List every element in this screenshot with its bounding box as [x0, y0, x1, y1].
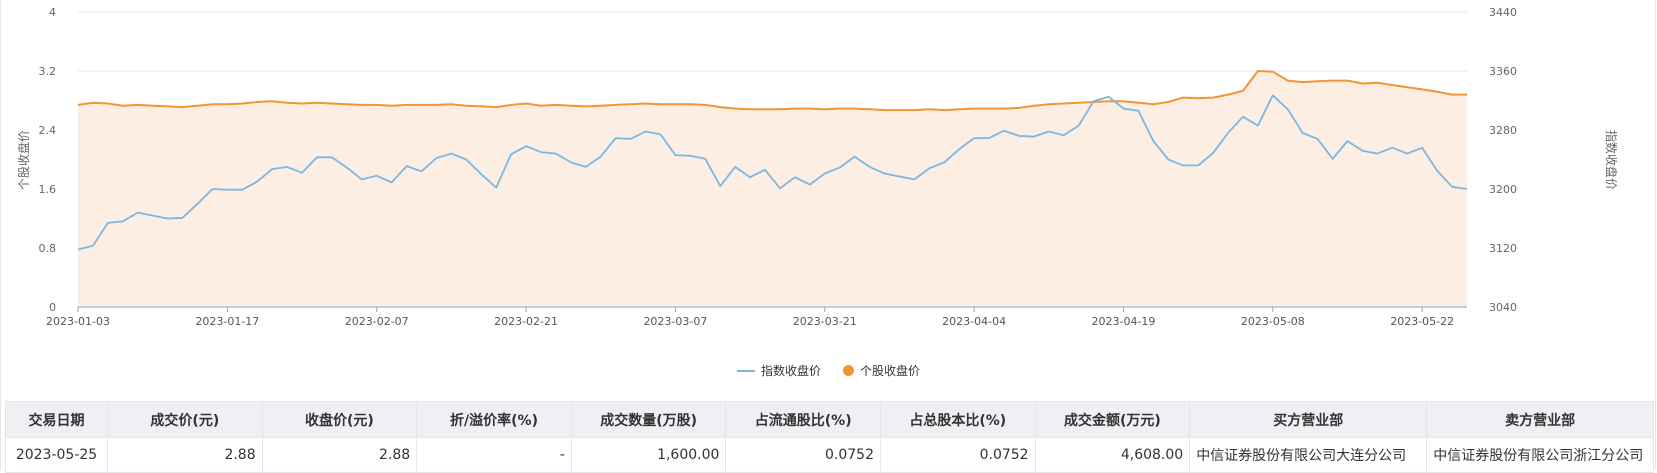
- y-left-tick-label: 1.6: [39, 183, 57, 196]
- x-tick-label: 2023-02-07: [345, 315, 409, 328]
- header-buyer: 买方营业部: [1189, 401, 1428, 438]
- x-tick-label: 2023-04-19: [1092, 315, 1156, 328]
- y-right-tick-label: 3200: [1489, 183, 1517, 196]
- y-right-tick-label: 3280: [1489, 124, 1517, 137]
- y-right-tick-label: 3040: [1489, 301, 1517, 314]
- header-close-price: 收盘价(元): [261, 401, 418, 438]
- header-float-ratio: 占流通股比(%): [725, 401, 881, 438]
- table-row: 2023-05-25 2.88 2.88 - 1,600.00 0.0752 0…: [4, 437, 1654, 473]
- legend-dot-icon: [843, 365, 854, 376]
- cell-total-ratio: 0.0752: [880, 437, 1036, 473]
- x-tick-label: 2023-05-22: [1390, 315, 1454, 328]
- table-header-row: 交易日期 成交价(元) 收盘价(元) 折/溢价率(%) 成交数量(万股) 占流通…: [4, 401, 1654, 438]
- header-premium-rate: 折/溢价率(%): [416, 401, 572, 438]
- stock-area-fill: [78, 71, 1467, 307]
- legend-item-stock[interactable]: 个股收盘价: [843, 362, 920, 379]
- legend-item-index[interactable]: 指数收盘价: [736, 362, 821, 379]
- header-seller: 卖方营业部: [1426, 401, 1654, 438]
- x-tick-label: 2023-01-03: [46, 315, 110, 328]
- header-volume: 成交数量(万股): [570, 401, 727, 438]
- stock-area: [78, 71, 1467, 307]
- x-tick-label: 2023-03-07: [643, 315, 707, 328]
- x-tick-label: 2023-02-21: [494, 315, 558, 328]
- cell-amount: 4,608.00: [1034, 437, 1191, 473]
- x-tick-label: 2023-05-08: [1241, 315, 1305, 328]
- header-amount: 成交金额(万元): [1034, 401, 1191, 438]
- y-left-tick-label: 0: [49, 301, 56, 314]
- legend-line-icon: [736, 369, 755, 372]
- x-tick-label: 2023-03-21: [793, 315, 857, 328]
- header-trade-price: 成交价(元): [107, 401, 263, 438]
- y-right-axis-label: 指数收盘价: [1604, 130, 1619, 190]
- block-trade-table: 交易日期 成交价(元) 收盘价(元) 折/溢价率(%) 成交数量(万股) 占流通…: [4, 401, 1654, 473]
- price-chart: 0 0.8 1.6 2.4 3.2 4 3040 3120 3200 3280 3360 3440 20…: [16, 6, 1619, 328]
- header-total-ratio: 占总股本比(%): [880, 401, 1036, 438]
- legend-label-stock: 个股收盘价: [860, 364, 921, 378]
- cell-premium-rate: -: [416, 437, 572, 473]
- x-tick-label: 2023-01-17: [195, 315, 259, 328]
- cell-close-price: 2.88: [261, 437, 418, 473]
- cell-float-ratio: 0.0752: [725, 437, 881, 473]
- y-left-tick-label: 3.2: [39, 65, 57, 78]
- cell-buyer: 中信证券股份有限公司大连分公司: [1189, 437, 1428, 473]
- cell-trade-price: 2.88: [107, 437, 263, 473]
- chart-legend: 指数收盘价 个股收盘价: [0, 362, 1657, 379]
- y-left-axis-label: 个股收盘价: [16, 130, 31, 190]
- y-right-tick-label: 3120: [1489, 242, 1517, 255]
- y-right-tick-label: 3440: [1489, 6, 1517, 19]
- y-right-tick-label: 3360: [1489, 65, 1517, 78]
- x-tick-label: 2023-04-04: [942, 315, 1006, 328]
- cell-volume: 1,600.00: [570, 437, 727, 473]
- y-left-tick-label: 4: [49, 6, 56, 19]
- y-left-tick-label: 0.8: [39, 242, 57, 255]
- header-trade-date: 交易日期: [4, 401, 109, 438]
- cell-trade-date: 2023-05-25: [4, 437, 109, 473]
- cell-seller: 中信证券股份有限公司浙江分公司: [1426, 437, 1654, 473]
- legend-label-index: 指数收盘价: [760, 364, 821, 378]
- y-left-tick-label: 2.4: [39, 124, 57, 137]
